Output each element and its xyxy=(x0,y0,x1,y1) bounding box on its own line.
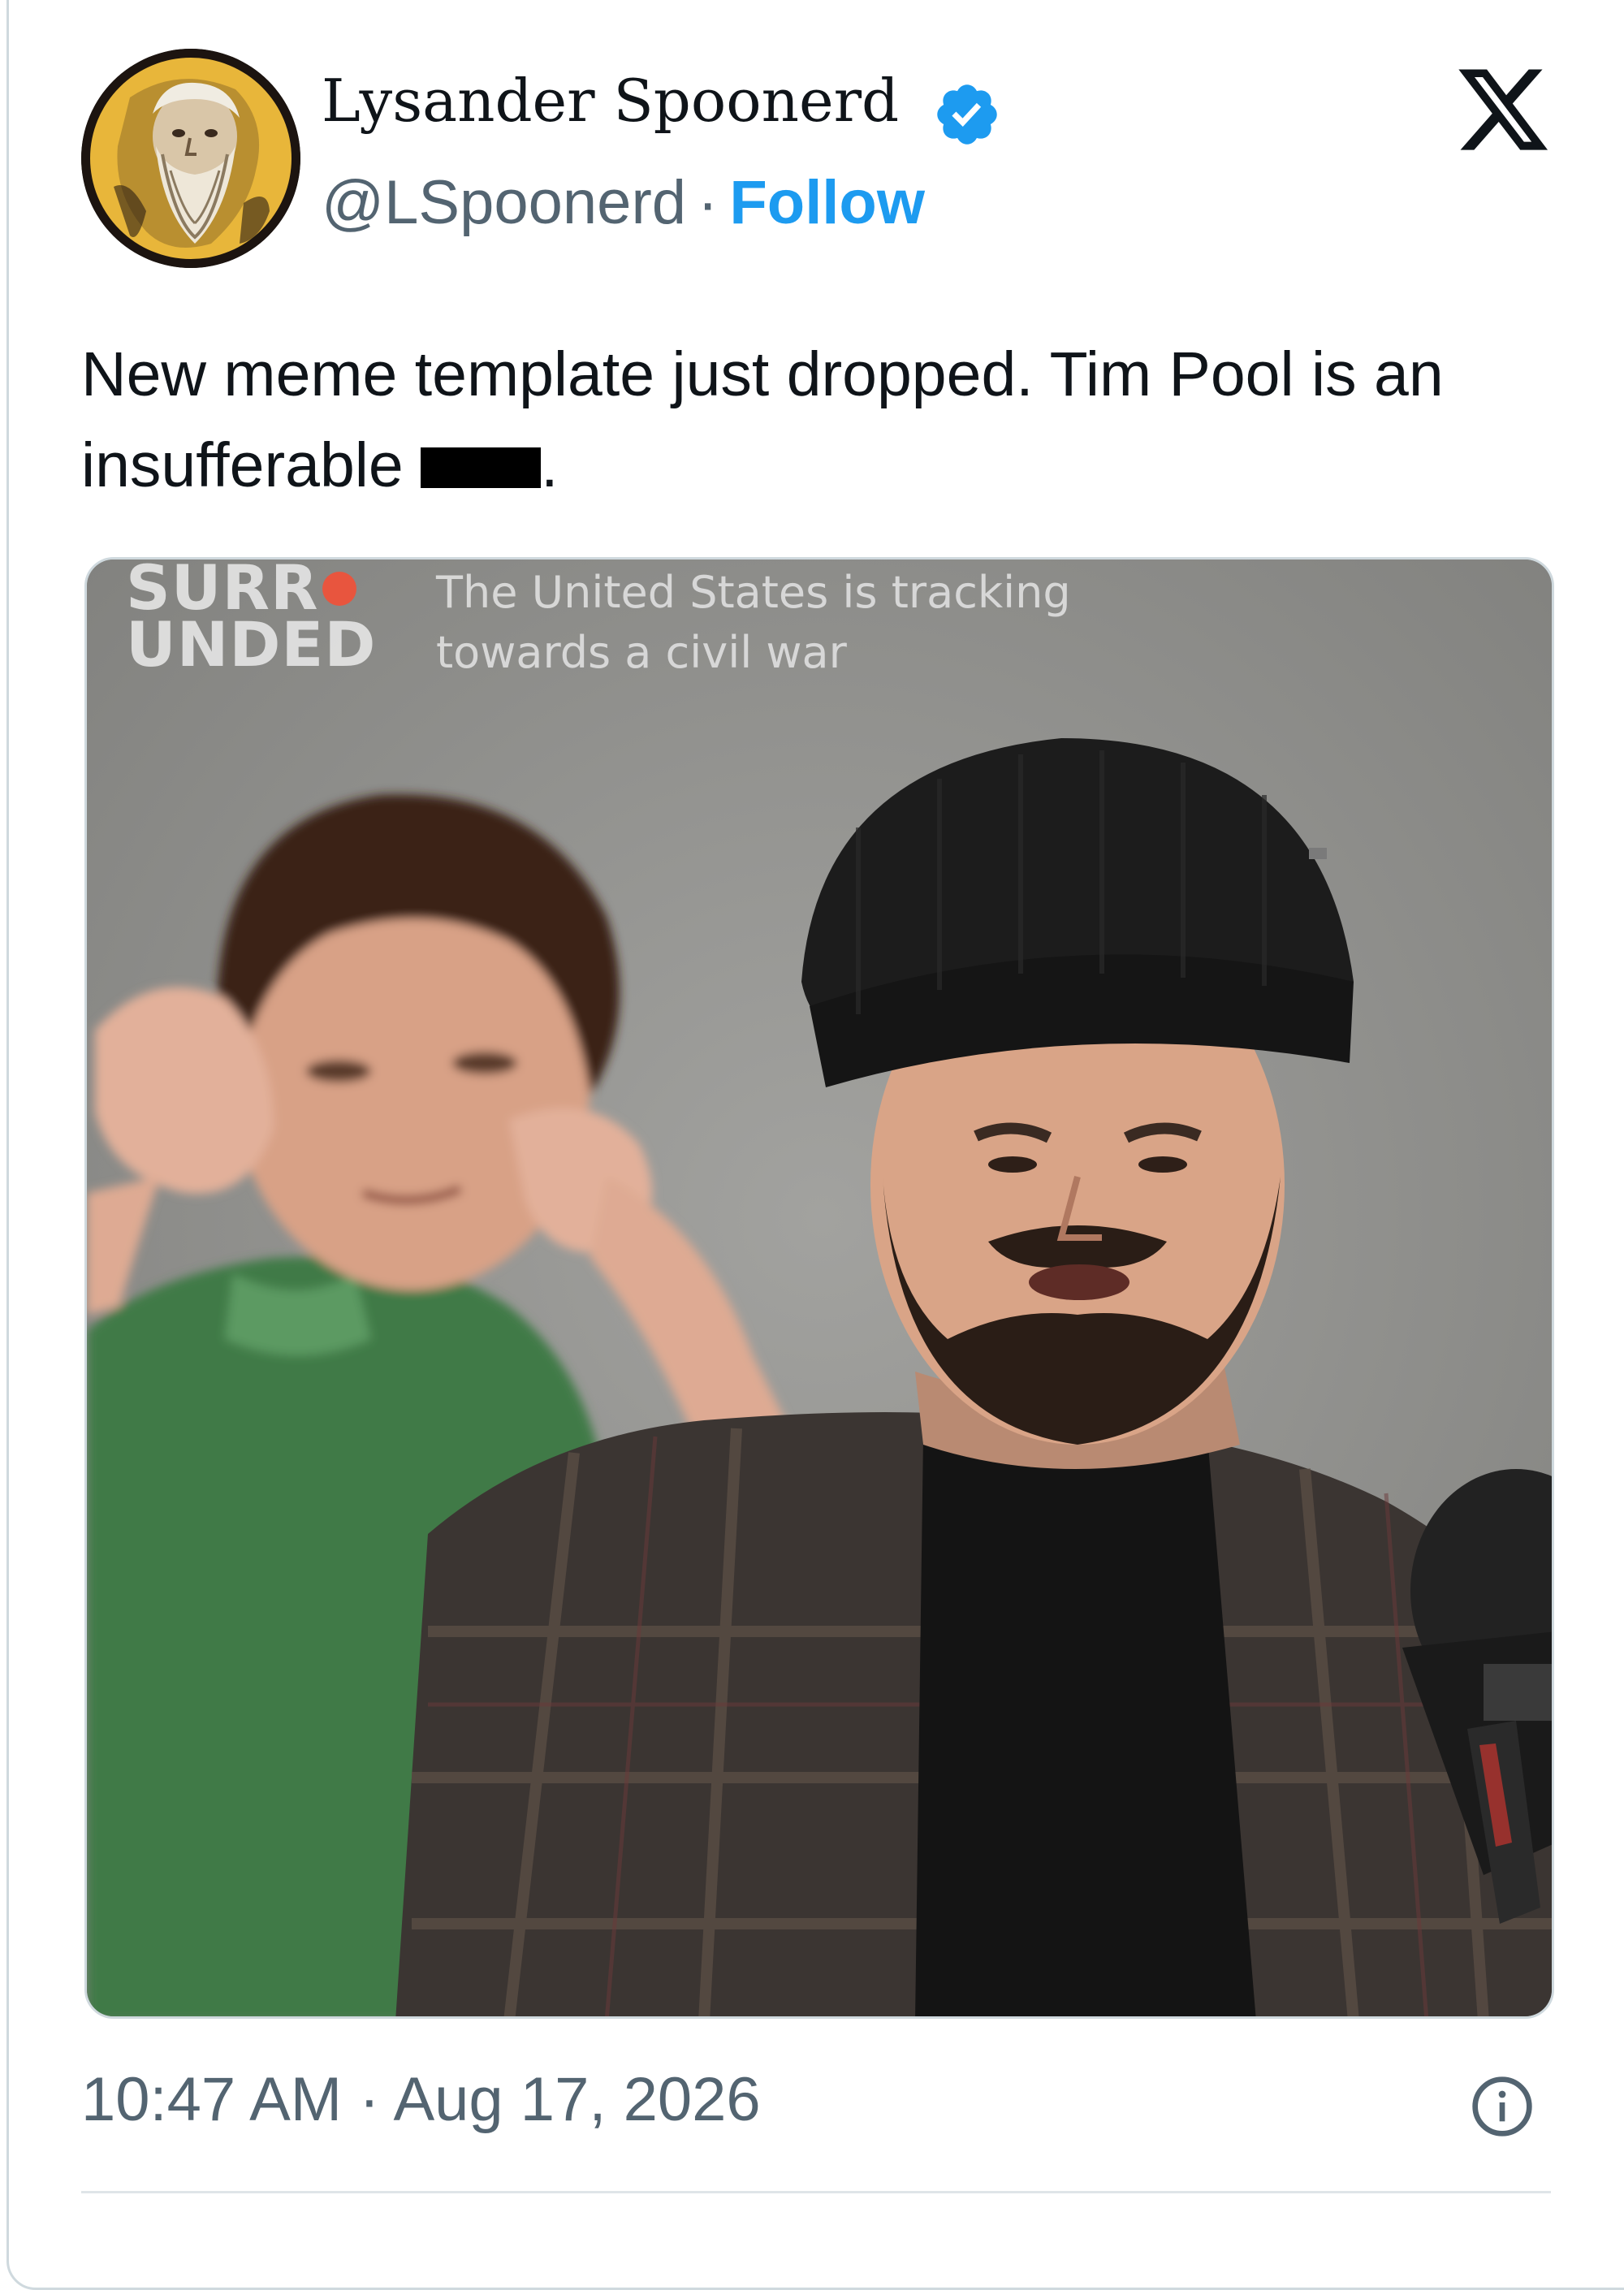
overlay-caption: The United States is tracking towards a … xyxy=(436,567,1071,678)
overlay-brand-line2: UNDED xyxy=(126,608,377,681)
x-logo-icon[interactable] xyxy=(1453,60,1553,151)
timestamp-separator: · xyxy=(359,2065,380,2134)
tweet-text: New meme template just dropped. Tim Pool… xyxy=(81,329,1543,511)
follow-button[interactable]: Follow xyxy=(729,168,925,237)
footer-divider xyxy=(81,2191,1551,2193)
tweet-timestamp[interactable]: 10:47 AM · Aug 17, 2026 xyxy=(81,2069,761,2131)
handle-separator: · xyxy=(698,168,719,237)
author-handle[interactable]: @LSpoonerd xyxy=(322,168,686,237)
meme-photo xyxy=(87,560,1552,2016)
tweet-media-image[interactable]: SURR UNDED The United States is tracking… xyxy=(84,557,1554,2019)
author-handle-row: @LSpoonerd · Follow xyxy=(322,172,925,234)
bearded-man-portrait-icon xyxy=(81,49,300,268)
author-display-name[interactable]: Lysander Spoonerd xyxy=(322,71,899,130)
verified-badge-icon xyxy=(937,84,997,145)
overlay-brand-logo: SURR UNDED xyxy=(126,560,376,676)
author-avatar[interactable] xyxy=(81,49,300,268)
tweet-text-end: . xyxy=(541,430,559,500)
brand-dot-icon xyxy=(322,572,356,606)
redaction-bar xyxy=(421,447,542,488)
tweet-date: Aug 17, 2026 xyxy=(393,2065,761,2134)
tweet-time: 10:47 AM xyxy=(81,2065,343,2134)
info-icon[interactable] xyxy=(1470,2074,1535,2139)
tweet-text-main: New meme template just dropped. Tim Pool… xyxy=(81,339,1444,500)
